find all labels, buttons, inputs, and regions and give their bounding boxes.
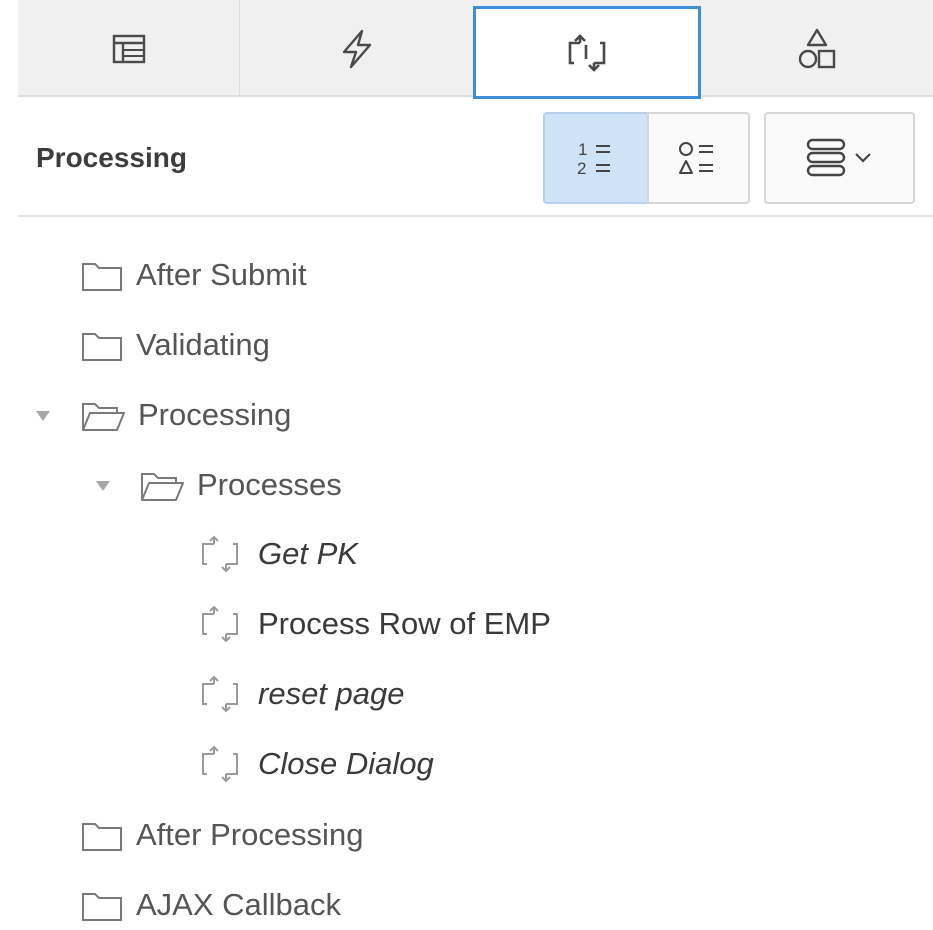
caret-down-icon[interactable] bbox=[95, 479, 111, 493]
tree-node-processing[interactable]: Processing bbox=[80, 390, 291, 440]
folder-icon bbox=[82, 893, 122, 921]
folder-icon bbox=[82, 333, 122, 361]
folder-icon bbox=[82, 823, 122, 851]
tree-node-label: AJAX Callback bbox=[136, 887, 342, 922]
tree-node-reset-page[interactable]: reset page bbox=[198, 669, 405, 719]
caret-down-icon[interactable] bbox=[35, 409, 51, 423]
tree-node-label: After Processing bbox=[136, 817, 364, 852]
ordered-list-icon: 1 2 bbox=[577, 140, 610, 178]
process-icon bbox=[202, 535, 238, 573]
tab-bar bbox=[18, 0, 933, 99]
svg-text:2: 2 bbox=[577, 159, 586, 178]
lightning-bolt-icon bbox=[342, 29, 371, 68]
tree-node-after-submit[interactable]: After Submit bbox=[80, 250, 307, 300]
header-divider bbox=[18, 215, 933, 217]
tree-node-label: reset page bbox=[258, 676, 405, 711]
tree-node-label: Process Row of EMP bbox=[258, 606, 551, 641]
tree-node-ajax-callback[interactable]: AJAX Callback bbox=[80, 880, 341, 930]
panel-title: Processing bbox=[36, 142, 187, 173]
tab-dynamic-actions[interactable] bbox=[240, 0, 473, 97]
tree-node-validating[interactable]: Validating bbox=[80, 320, 270, 370]
folder-open-icon bbox=[82, 403, 125, 431]
tree-node-label: Get PK bbox=[258, 536, 358, 571]
tree-node-close-dialog[interactable]: Close Dialog bbox=[198, 739, 434, 789]
process-icon bbox=[202, 605, 238, 643]
tree-node-label: Processes bbox=[197, 467, 342, 502]
svg-text:1: 1 bbox=[578, 140, 587, 159]
tab-shared-components[interactable] bbox=[701, 0, 933, 97]
tree-node-label: Close Dialog bbox=[258, 746, 434, 781]
tree-node-after-processing[interactable]: After Processing bbox=[80, 810, 363, 860]
tree-node-label: Validating bbox=[136, 327, 270, 362]
tab-processing[interactable] bbox=[473, 6, 701, 99]
component-view-button[interactable] bbox=[647, 112, 750, 204]
ordered-view-button[interactable]: 1 2 bbox=[543, 112, 649, 204]
tree-node-label: Processing bbox=[138, 397, 292, 432]
menu-button[interactable] bbox=[764, 112, 915, 204]
processing-arrows-icon bbox=[568, 33, 606, 72]
process-icon bbox=[202, 745, 238, 783]
shapes-icon bbox=[798, 28, 836, 68]
folder-icon bbox=[82, 263, 122, 291]
folder-open-icon bbox=[141, 473, 184, 501]
tree-node-label: After Submit bbox=[136, 257, 307, 292]
tree-node-processes[interactable]: Processes bbox=[139, 460, 342, 510]
tree-node-get-pk[interactable]: Get PK bbox=[198, 529, 358, 579]
stacked-menu-icon bbox=[806, 138, 871, 177]
tab-rendering[interactable] bbox=[18, 0, 240, 97]
chevron-down-icon bbox=[854, 153, 871, 163]
process-icon bbox=[202, 675, 238, 713]
tree-node-process-row-of-emp[interactable]: Process Row of EMP bbox=[198, 599, 551, 649]
rendering-tree-icon bbox=[112, 34, 145, 63]
component-type-list-icon bbox=[678, 142, 713, 174]
